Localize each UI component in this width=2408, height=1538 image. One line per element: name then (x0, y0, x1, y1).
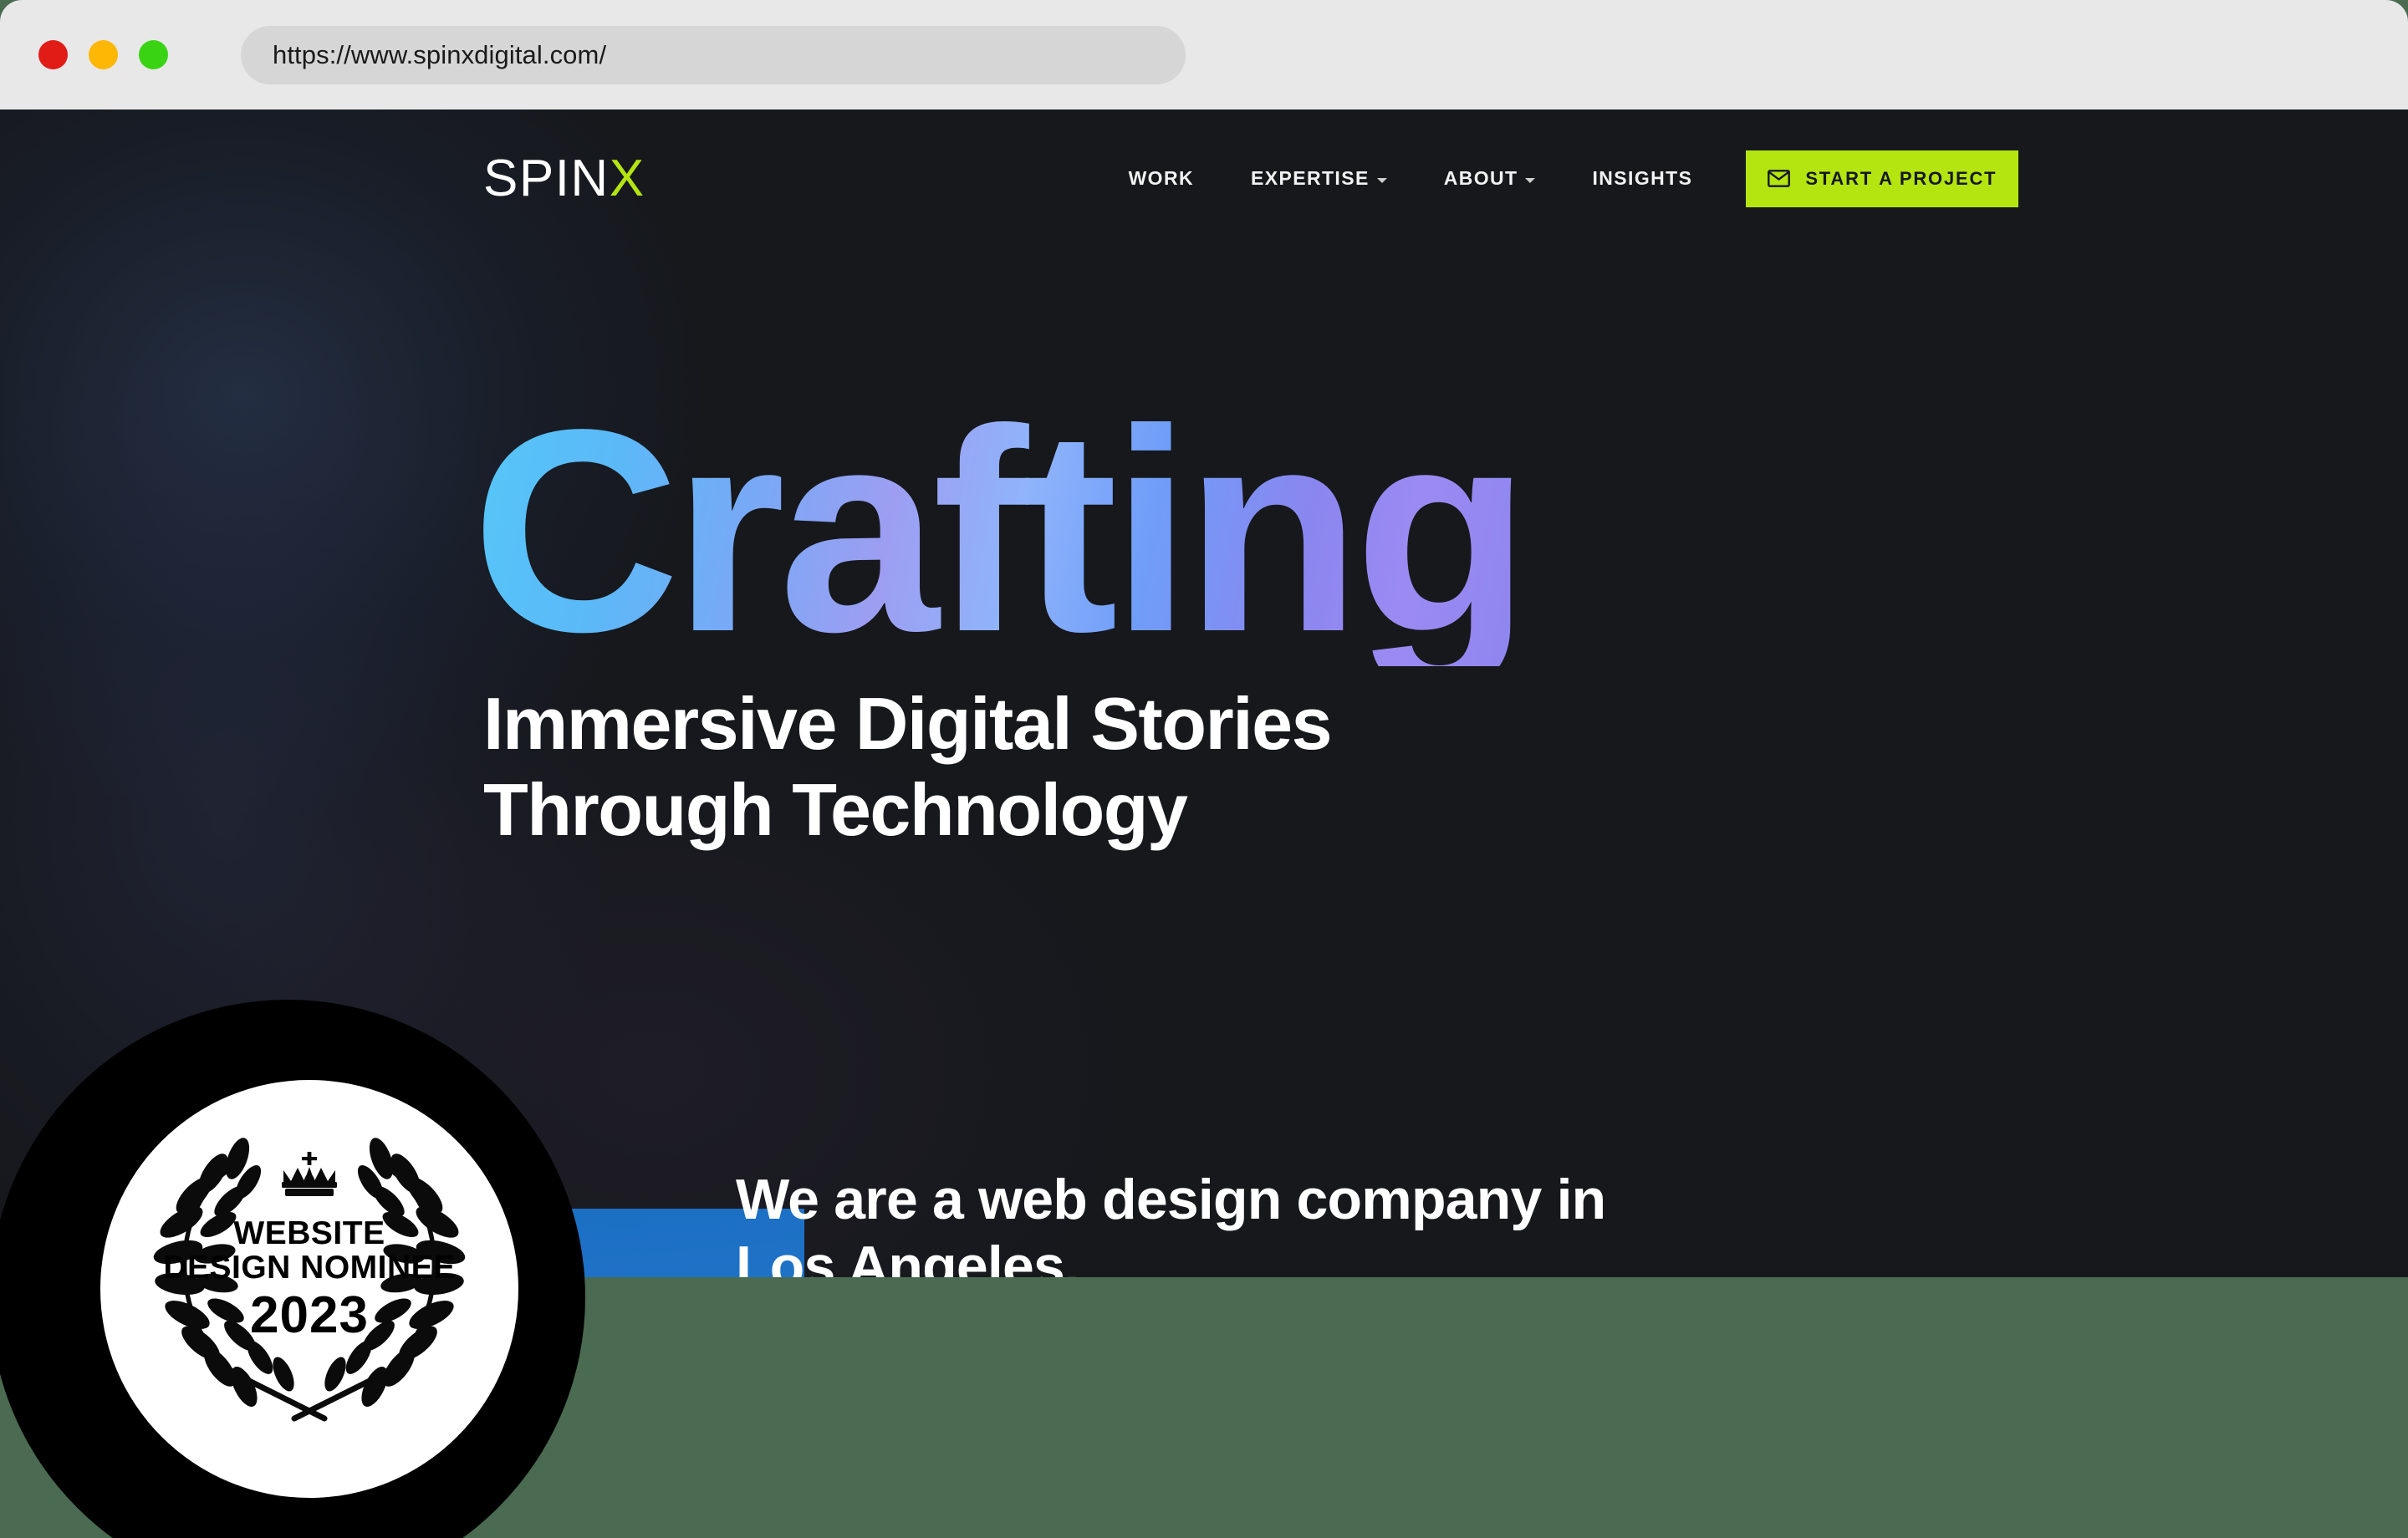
nav-item-work[interactable]: WORK (1129, 167, 1194, 190)
nav-item-expertise[interactable]: EXPERTISE (1251, 167, 1387, 190)
award-badge-line-2: DESIGN NOMINEE (163, 1250, 456, 1286)
nav-item-about[interactable]: ABOUT (1444, 167, 1536, 190)
about-heading: We are a web design company in Los Angel… (736, 1167, 1722, 1277)
chevron-down-icon (1525, 177, 1536, 183)
browser-chrome: https://www.spinxdigital.com/ (0, 0, 2408, 109)
chevron-down-icon (1376, 177, 1387, 183)
brand-logo-accent: X (609, 149, 645, 207)
nav-item-work-label: WORK (1128, 167, 1194, 189)
close-window-button[interactable] (38, 40, 68, 69)
site-header: SPINX WORK EXPERTISE ABOUT INSIGHTS STAR… (0, 109, 2408, 247)
award-badge-text: WEBSITE DESIGN NOMINEE 2023 (100, 1216, 518, 1342)
website-design-nominee-badge[interactable]: WEBSITE DESIGN NOMINEE 2023 (100, 1080, 518, 1498)
award-badge-line-1: WEBSITE (233, 1215, 385, 1251)
hero-section: Crafting Immersive Digital Stories Throu… (472, 387, 1530, 853)
window-traffic-lights (38, 40, 168, 69)
envelope-icon (1768, 170, 1791, 187)
nav-item-insights[interactable]: INSIGHTS (1592, 167, 1692, 190)
url-text[interactable]: https://www.spinxdigital.com/ (273, 40, 606, 70)
hero-subtitle: Immersive Digital Stories Through Techno… (483, 681, 1523, 853)
about-heading-line-2: Los Angeles. (736, 1234, 1080, 1277)
start-a-project-label: START A PROJECT (1805, 167, 1997, 189)
nav-item-insights-label: INSIGHTS (1592, 167, 1693, 189)
award-badge-year: 2023 (250, 1286, 369, 1344)
brand-logo-main: SPIN (483, 149, 610, 207)
brand-logo[interactable]: SPINX (483, 149, 645, 207)
start-a-project-button[interactable]: START A PROJECT (1746, 150, 2019, 207)
hero-gradient-word: Crafting (472, 370, 1530, 692)
address-bar[interactable]: https://www.spinxdigital.com/ (241, 25, 1186, 84)
about-heading-line-1: We are a web design company in (736, 1168, 1606, 1231)
minimize-window-button[interactable] (89, 40, 118, 69)
about-copy: We are a web design company in Los Angel… (736, 1167, 1722, 1277)
maximize-window-button[interactable] (139, 40, 168, 69)
nav-item-about-label: ABOUT (1443, 167, 1518, 189)
hero-subtitle-line-1: Immersive Digital Stories (483, 681, 1333, 765)
primary-nav: WORK EXPERTISE ABOUT INSIGHTS (1129, 167, 1693, 190)
nav-item-expertise-label: EXPERTISE (1251, 167, 1370, 189)
hero-subtitle-line-2: Through Technology (483, 767, 1188, 851)
